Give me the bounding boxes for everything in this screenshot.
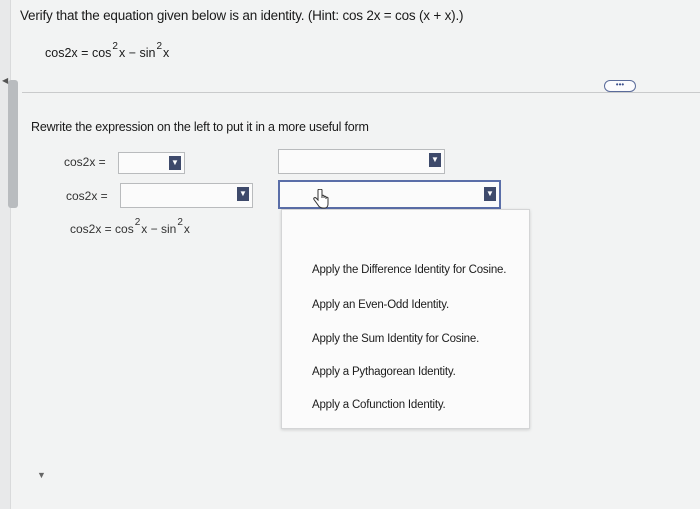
row3-cos: cos: [115, 222, 134, 236]
collapse-arrow-icon[interactable]: ◀: [2, 76, 8, 85]
eq-x2: x: [163, 46, 170, 60]
eq-sin: sin: [139, 46, 156, 60]
row3-label: cos2x =: [70, 222, 112, 236]
more-options-button[interactable]: •••: [604, 80, 636, 92]
row3-x2: x: [183, 222, 190, 236]
eq-minus: −: [128, 46, 136, 60]
divider: [22, 92, 700, 93]
eq-exp2: 2: [156, 41, 163, 52]
option-sum-identity-cosine[interactable]: Apply the Sum Identity for Cosine.: [312, 333, 479, 345]
eq-lhs: cos2x: [45, 46, 78, 60]
triangle-down-icon: ▼: [429, 153, 441, 167]
sidebar-scrollbar[interactable]: [8, 80, 18, 208]
row1-select-b[interactable]: ▼: [278, 149, 445, 174]
row1-label: cos2x =: [64, 155, 106, 169]
row3-sin: sin: [161, 222, 177, 236]
row2-select-a[interactable]: ▼: [120, 183, 253, 208]
eq-cos: cos: [91, 46, 112, 60]
row3-minus: −: [150, 222, 158, 236]
given-equation: cos2x = cos2x − sin2x: [45, 41, 170, 60]
option-even-odd-identity[interactable]: Apply an Even-Odd Identity.: [312, 299, 449, 311]
identity-dropdown-menu: Apply the Difference Identity for Cosine…: [281, 209, 530, 429]
row3-x1: x: [141, 222, 148, 236]
eq-equals: =: [81, 46, 89, 60]
row3-equation: cos2x = cos2x − sin2x: [70, 217, 190, 236]
row1-select-a[interactable]: ▼: [118, 152, 185, 174]
page: ◀ ▼ Verify that the equation given below…: [0, 0, 700, 509]
instruction-text: Rewrite the expression on the left to pu…: [31, 120, 369, 134]
row2-label: cos2x =: [66, 189, 108, 203]
option-cofunction-identity[interactable]: Apply a Cofunction Identity.: [312, 399, 446, 411]
question-text: Verify that the equation given below is …: [20, 8, 464, 23]
triangle-down-icon: ▼: [169, 156, 181, 170]
eq-x1: x: [118, 46, 126, 60]
small-down-arrow-icon: ▼: [37, 470, 46, 480]
option-pythagorean-identity[interactable]: Apply a Pythagorean Identity.: [312, 366, 456, 378]
option-difference-identity-cosine[interactable]: Apply the Difference Identity for Cosine…: [312, 264, 506, 276]
triangle-down-icon: ▼: [237, 187, 249, 201]
eq-exp1: 2: [112, 41, 118, 52]
triangle-down-icon: ▼: [484, 187, 496, 201]
hand-pointer-icon: [313, 189, 329, 209]
row3-exp2: 2: [177, 217, 183, 228]
row3-exp1: 2: [134, 217, 141, 228]
